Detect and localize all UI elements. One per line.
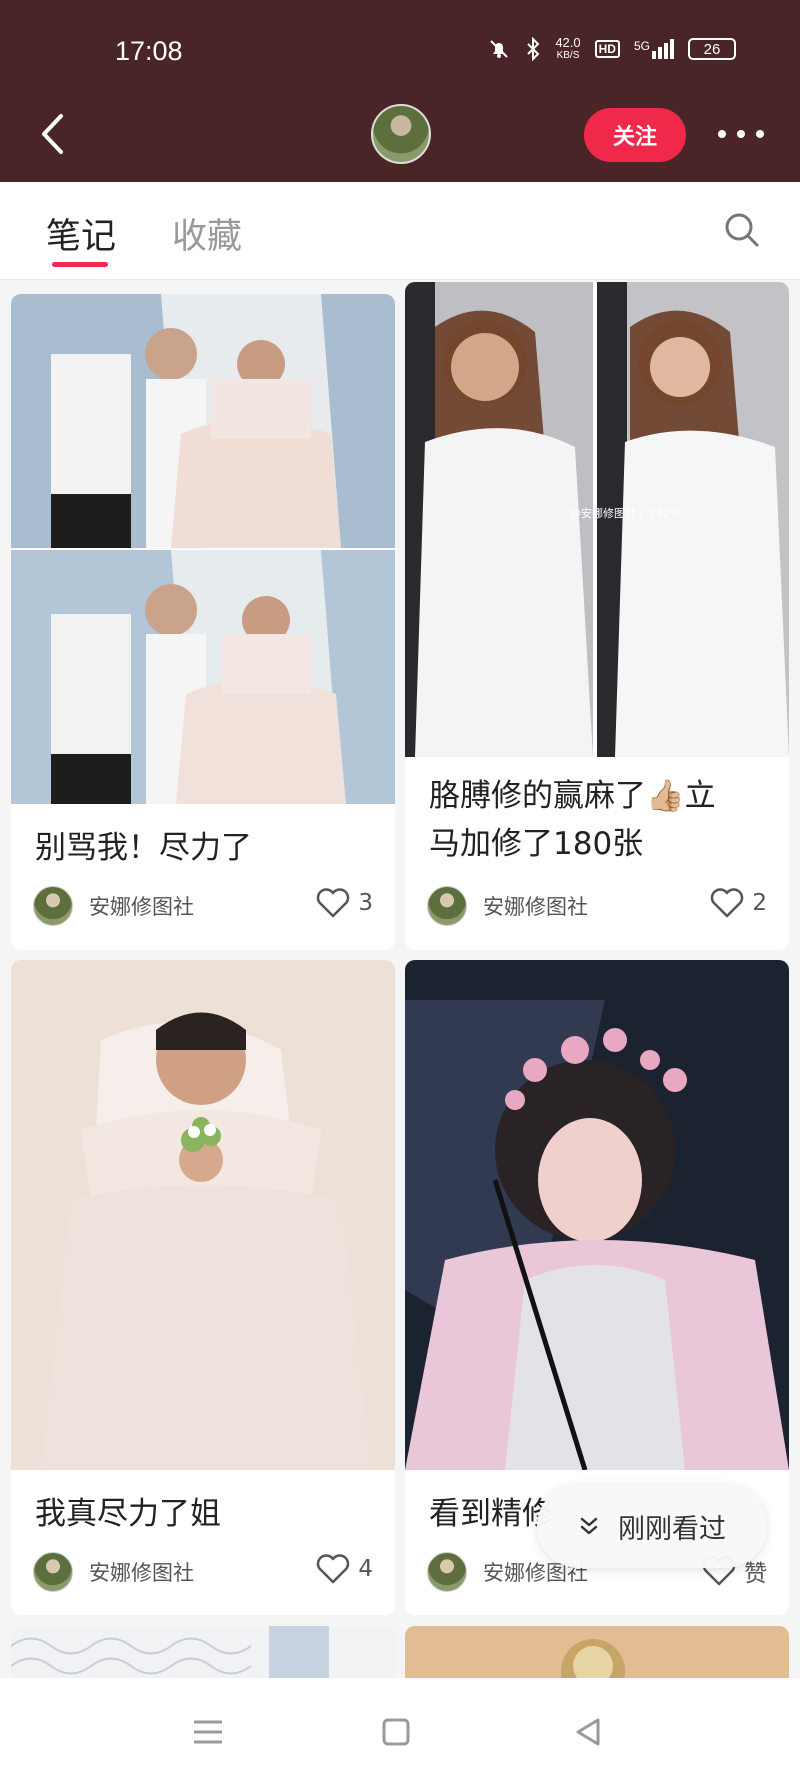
more-options-button[interactable]	[718, 116, 764, 152]
like-count: 2	[752, 890, 767, 916]
follow-button[interactable]: 关注	[584, 108, 686, 162]
note-image	[11, 960, 395, 1470]
tab-notes[interactable]: 笔记	[46, 208, 116, 259]
author-avatar	[33, 1552, 73, 1592]
bluetooth-icon	[527, 37, 540, 61]
note-image	[405, 960, 789, 1470]
profile-header: 17:08 42.0 KB/S HD 5G 26 关注	[0, 0, 800, 182]
home-square-icon[interactable]	[374, 1710, 418, 1754]
note-author: 安娜修图社	[427, 886, 588, 926]
note-card[interactable]: @安娜修图社 | 小红书 胳膊修的赢麻了👍🏼立 马加修了180张 安娜修图社 2	[405, 282, 789, 950]
author-name: 安娜修图社	[483, 895, 588, 919]
note-author: 安娜修图社	[33, 886, 194, 926]
dot-icon	[718, 130, 726, 138]
battery-level: 26	[703, 40, 721, 58]
chevron-down-double-icon	[580, 1517, 598, 1535]
mute-bell-icon	[490, 40, 509, 58]
note-title: 看到精修	[429, 1496, 553, 1532]
note-card[interactable]: 别骂我！尽力了 安娜修图社 3	[11, 294, 395, 950]
note-title-line: 马加修了180张	[429, 826, 644, 862]
like-count: 4	[358, 1556, 373, 1582]
dot-icon	[737, 130, 745, 138]
dot-icon	[756, 130, 764, 138]
heart-icon	[317, 888, 350, 918]
signal-5g-icon: 5G	[634, 39, 674, 59]
recently-viewed-button[interactable]: 刚刚看过	[537, 1484, 767, 1568]
note-card[interactable]: 我真尽力了姐 安娜修图社 4	[11, 960, 395, 1615]
heart-icon	[317, 1554, 350, 1584]
note-image	[11, 294, 395, 804]
note-title: 别骂我！尽力了	[35, 830, 252, 866]
author-avatar	[427, 1552, 467, 1592]
hd-badge: HD	[594, 40, 620, 58]
like-button[interactable]: 2	[710, 888, 767, 918]
note-author: 安娜修图社	[33, 1552, 194, 1592]
like-button[interactable]: 4	[316, 1554, 373, 1584]
note-card[interactable]	[405, 1626, 789, 1686]
ornament-image	[405, 1626, 789, 1686]
menu-icon[interactable]	[186, 1710, 230, 1754]
author-avatar	[33, 886, 73, 926]
status-icons: 42.0 KB/S HD 5G 26	[487, 36, 736, 62]
lace-pattern	[11, 1626, 395, 1686]
note-card[interactable]	[11, 1626, 395, 1686]
profile-avatar[interactable]	[371, 104, 431, 164]
like-button[interactable]: 3	[316, 888, 373, 918]
recently-viewed-label: 刚刚看过	[618, 1513, 726, 1545]
tab-favorites[interactable]: 收藏	[172, 208, 242, 259]
active-tab-indicator	[52, 262, 108, 267]
author-name: 安娜修图社	[89, 1561, 194, 1585]
battery-icon: 26	[688, 38, 736, 60]
author-name: 安娜修图社	[89, 895, 194, 919]
note-title: 我真尽力了姐	[35, 1496, 221, 1532]
net-speed-value: 42.0	[555, 35, 581, 50]
note-image: @安娜修图社 | 小红书	[405, 282, 789, 757]
net-speed: 42.0 KB/S	[555, 36, 580, 62]
note-title-line: 胳膊修的赢麻了👍🏼立	[429, 778, 716, 814]
profile-tabs: 笔记 收藏	[0, 182, 800, 280]
system-nav-bar	[0, 1678, 800, 1778]
signal-label: 5G	[633, 39, 650, 53]
chevron-left-icon	[42, 114, 63, 154]
author-avatar	[427, 886, 467, 926]
search-icon[interactable]	[724, 212, 760, 248]
heart-icon	[711, 888, 744, 918]
back-button[interactable]	[32, 108, 72, 160]
note-title: 胳膊修的赢麻了👍🏼立 马加修了180张	[429, 772, 716, 868]
status-time: 17:08	[115, 36, 183, 66]
watermark: @安娜修图社 | 小红书	[570, 506, 680, 520]
like-count: 3	[358, 890, 373, 916]
back-triangle-icon[interactable]	[566, 1710, 610, 1754]
net-speed-unit: KB/S	[556, 50, 580, 61]
